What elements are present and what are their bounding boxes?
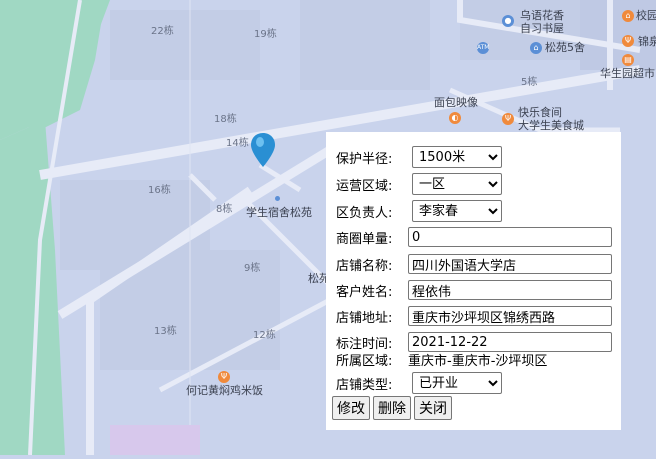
shop-name-row: 店铺名称:	[336, 252, 408, 276]
unit-price-row: 商圈单量:	[336, 225, 408, 249]
poi-label: 校园	[636, 9, 656, 22]
area-manager-select[interactable]: 李家春	[412, 200, 502, 222]
region-value: 重庆市-重庆市-沙坪坝区	[408, 353, 548, 369]
protect-radius-select[interactable]: 1500米	[412, 146, 502, 168]
region-label: 所属区域:	[336, 353, 393, 369]
block-label: 12栋	[253, 330, 276, 341]
school-icon: ⌂	[622, 10, 634, 22]
bakery-icon: ◐	[449, 112, 461, 124]
operating-area-select[interactable]: 一区	[412, 173, 502, 195]
edit-button[interactable]: 修改	[332, 396, 370, 420]
delete-button[interactable]: 删除	[373, 396, 411, 420]
operating-area-label: 运营区域:	[336, 178, 393, 194]
shop-address-input[interactable]	[408, 306, 612, 326]
customer-name-row: 客户姓名:	[336, 278, 408, 302]
region-row: 所属区域: 重庆市-重庆市-沙坪坝区	[336, 347, 547, 371]
shop-icon: ▤	[622, 54, 634, 66]
poi-label: 学生宿舍松苑	[246, 206, 312, 219]
poi-label: 快乐食间	[518, 106, 562, 119]
area-manager-row: 区负责人:	[336, 199, 408, 223]
action-buttons: 修改 删除 关闭	[332, 396, 455, 420]
restaurant-icon: Ψ	[502, 113, 514, 125]
shop-info-window: 保护半径: 1500米 运营区域: 一区 区负责人: 李家春 商圈单量: 店铺名…	[326, 132, 621, 430]
block-label: 13栋	[154, 326, 177, 337]
poi-label: 自习书屋	[520, 22, 564, 35]
restaurant-icon: Ψ	[218, 371, 230, 383]
block-label: 22栋	[151, 26, 174, 37]
protect-radius-label: 保护半径:	[336, 151, 393, 167]
shop-type-row: 店铺类型:	[336, 371, 408, 395]
block-label: 19栋	[254, 29, 277, 40]
restaurant-icon: Ψ	[622, 35, 634, 47]
operating-area-row: 运营区域:	[336, 172, 408, 196]
block-label: 5栋	[521, 77, 538, 88]
block-label: 18栋	[214, 114, 237, 125]
block-label: 14栋	[226, 138, 249, 149]
poi-label: 锦泉	[638, 35, 656, 48]
protect-radius-row: 保护半径:	[336, 145, 408, 169]
shop-address-label: 店铺地址:	[336, 310, 393, 326]
map-pin-icon[interactable]	[251, 133, 275, 167]
shop-type-select[interactable]: 已开业	[412, 372, 502, 394]
shop-name-input[interactable]	[408, 254, 612, 274]
poi-label: 何记黄焖鸡米饭	[186, 384, 263, 397]
area-manager-label: 区负责人:	[336, 205, 393, 221]
block-label: 8栋	[216, 204, 233, 215]
poi-label: 大学生美食城	[518, 119, 584, 132]
shop-name-label: 店铺名称:	[336, 258, 393, 274]
shop-type-label: 店铺类型:	[336, 377, 393, 393]
bookstore-icon: ●	[502, 15, 514, 27]
dormitory-icon: ⌂	[530, 42, 542, 54]
block-label: 9栋	[244, 263, 261, 274]
unit-price-label: 商圈单量:	[336, 231, 393, 247]
dormitory-icon	[275, 196, 280, 201]
poi-label: 松苑5舍	[545, 41, 585, 54]
close-button[interactable]: 关闭	[414, 396, 452, 420]
shop-address-row: 店铺地址:	[336, 304, 408, 328]
poi-label: 华生园超市	[600, 67, 655, 80]
customer-name-input[interactable]	[408, 280, 612, 300]
atm-icon: ATM	[477, 42, 489, 54]
unit-price-input[interactable]	[408, 227, 612, 247]
poi-label: 乌语花香	[520, 9, 564, 22]
customer-name-label: 客户姓名:	[336, 284, 393, 300]
poi-label: 面包映像	[434, 96, 478, 109]
block-label: 16栋	[148, 185, 171, 196]
